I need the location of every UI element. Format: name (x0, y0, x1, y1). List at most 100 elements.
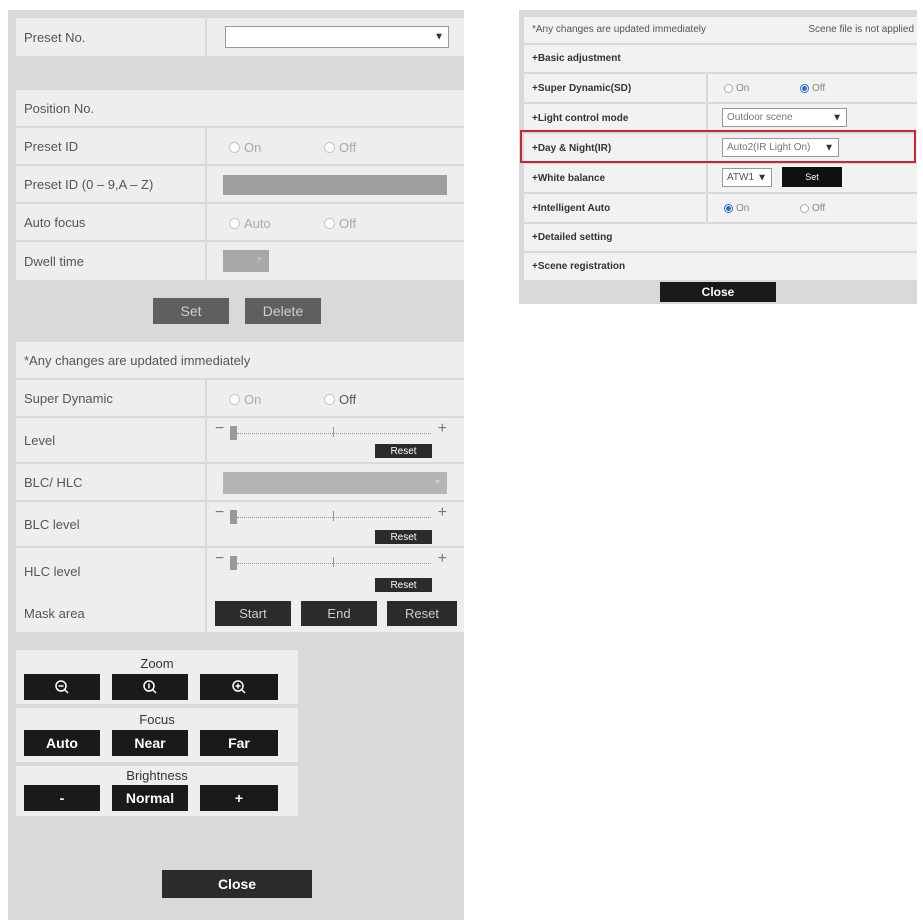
preset-id-label: Preset ID (16, 128, 207, 164)
zoom-title: Zoom (140, 656, 174, 671)
detailed-setting-link[interactable]: +Detailed setting (532, 232, 612, 243)
focus-title: Focus (139, 712, 175, 727)
light-control-select[interactable]: Outdoor scene ▼ (722, 108, 847, 127)
right-header-row: *Any changes are updated immediately Sce… (524, 17, 917, 43)
plus-icon[interactable]: + (438, 420, 447, 438)
zoom-reset-icon (143, 680, 157, 694)
chevron-down-icon: ▼ (433, 477, 442, 487)
mask-area-section: Mask area Start End Reset (16, 594, 464, 632)
dwell-time-label: Dwell time (16, 242, 207, 280)
mask-start-button[interactable]: Start (215, 601, 291, 626)
mask-reset-button[interactable]: Reset (387, 601, 457, 626)
preset-no-select[interactable]: ▼ (225, 26, 449, 48)
preset-no-section: Preset No. ▼ (16, 18, 464, 56)
zoom-reset-button[interactable] (112, 674, 188, 700)
radio-icon (800, 204, 809, 213)
blc-hlc-label: BLC/ HLC (16, 464, 207, 500)
super-dynamic-row: Super Dynamic On Off (16, 380, 464, 418)
detailed-setting-row[interactable]: +Detailed setting (524, 224, 917, 251)
preset-id-row: Preset ID On Off (16, 128, 464, 166)
hlc-level-row: HLC level − + Reset (16, 548, 464, 594)
slider-thumb[interactable] (230, 426, 237, 440)
minus-icon[interactable]: − (215, 550, 224, 568)
auto-focus-off-radio[interactable]: Off (324, 216, 356, 231)
brightness-control: Brightness - Normal + (16, 766, 298, 816)
basic-adjustment-row[interactable]: +Basic adjustment (524, 45, 917, 72)
hlc-level-slider[interactable]: − + (215, 550, 447, 574)
brightness-title: Brightness (126, 768, 188, 783)
radio-icon (324, 394, 335, 405)
white-balance-select[interactable]: ATW1 ▼ (722, 168, 772, 187)
chevron-down-icon: ▼ (434, 31, 444, 43)
zoom-control: Zoom (16, 650, 298, 704)
ia-on-radio[interactable]: On (724, 203, 749, 214)
brightness-minus-button[interactable]: - (24, 785, 100, 811)
slider-track (237, 433, 431, 434)
sd-on-radio[interactable]: On (724, 83, 749, 94)
delete-button[interactable]: Delete (245, 298, 321, 324)
chevron-down-icon: ▼ (757, 172, 767, 183)
preset-id-off-radio[interactable]: Off (324, 140, 356, 155)
dwell-time-select[interactable]: ▼ (223, 250, 269, 272)
focus-near-button[interactable]: Near (112, 730, 188, 756)
scene-registration-row[interactable]: +Scene registration (524, 253, 917, 280)
super-dynamic-label: Super Dynamic (16, 380, 207, 416)
blc-level-slider[interactable]: − + (215, 504, 447, 528)
focus-auto-button[interactable]: Auto (24, 730, 100, 756)
zoom-in-button[interactable] (200, 674, 278, 700)
level-label: Level (16, 418, 207, 462)
preset-id-text-row: Preset ID (0 – 9,A – Z) (16, 166, 464, 204)
chevron-down-icon: ▼ (832, 112, 842, 123)
right-notice-text: *Any changes are updated immediately (532, 24, 706, 35)
brightness-normal-button[interactable]: Normal (112, 785, 188, 811)
slider-track (237, 517, 431, 518)
radio-icon (324, 218, 335, 229)
mask-area-row: Mask area Start End Reset (16, 594, 464, 632)
scene-status-text: Scene file is not applied (808, 24, 914, 35)
slider-thumb[interactable] (230, 556, 237, 570)
white-balance-label: +White balance (524, 164, 708, 192)
zoom-out-icon (55, 680, 69, 694)
hlc-level-reset-button[interactable]: Reset (375, 578, 432, 592)
sd-off-radio[interactable]: Off (800, 83, 825, 94)
mask-end-button[interactable]: End (301, 601, 377, 626)
slider-center-tick (333, 511, 334, 521)
super-dynamic-sd-label: +Super Dynamic(SD) (524, 74, 708, 102)
level-slider[interactable]: − + (215, 420, 447, 444)
blc-hlc-row: BLC/ HLC ▼ (16, 464, 464, 502)
preset-no-label: Preset No. (16, 18, 207, 56)
hlc-level-label: HLC level (16, 548, 207, 594)
super-dynamic-off-radio[interactable]: Off (324, 392, 356, 407)
slider-thumb[interactable] (230, 510, 237, 524)
minus-icon[interactable]: − (215, 504, 224, 522)
basic-adjustment-link[interactable]: +Basic adjustment (532, 53, 621, 64)
set-button[interactable]: Set (153, 298, 229, 324)
blc-level-reset-button[interactable]: Reset (375, 530, 432, 544)
preset-id-on-radio[interactable]: On (229, 140, 261, 155)
left-close-button[interactable]: Close (162, 870, 312, 898)
plus-icon[interactable]: + (438, 550, 447, 568)
level-reset-button[interactable]: Reset (375, 444, 432, 458)
white-balance-set-button[interactable]: Set (782, 167, 842, 187)
blc-hlc-select[interactable]: ▼ (223, 472, 447, 494)
preset-settings-panel: Preset No. ▼ Position No. Preset ID On O… (8, 10, 464, 920)
right-close-button[interactable]: Close (660, 282, 776, 302)
ia-off-radio[interactable]: Off (800, 203, 825, 214)
plus-icon[interactable]: + (438, 504, 447, 522)
focus-far-button[interactable]: Far (200, 730, 278, 756)
zoom-in-icon (232, 680, 246, 694)
focus-control: Focus Auto Near Far (16, 708, 298, 762)
scene-registration-link[interactable]: +Scene registration (532, 261, 625, 272)
super-dynamic-on-radio[interactable]: On (229, 392, 261, 407)
chevron-down-icon: ▼ (255, 254, 264, 264)
light-control-label: +Light control mode (524, 104, 708, 132)
preset-id-input[interactable] (223, 175, 447, 195)
brightness-plus-button[interactable]: + (200, 785, 278, 811)
auto-focus-auto-radio[interactable]: Auto (229, 216, 271, 231)
auto-focus-row: Auto focus Auto Off (16, 204, 464, 242)
white-balance-row: +White balance ATW1 ▼ Set (524, 164, 917, 192)
preset-id-text-label: Preset ID (0 – 9,A – Z) (16, 166, 207, 202)
zoom-out-button[interactable] (24, 674, 100, 700)
minus-icon[interactable]: − (215, 420, 224, 438)
slider-track (237, 563, 431, 564)
